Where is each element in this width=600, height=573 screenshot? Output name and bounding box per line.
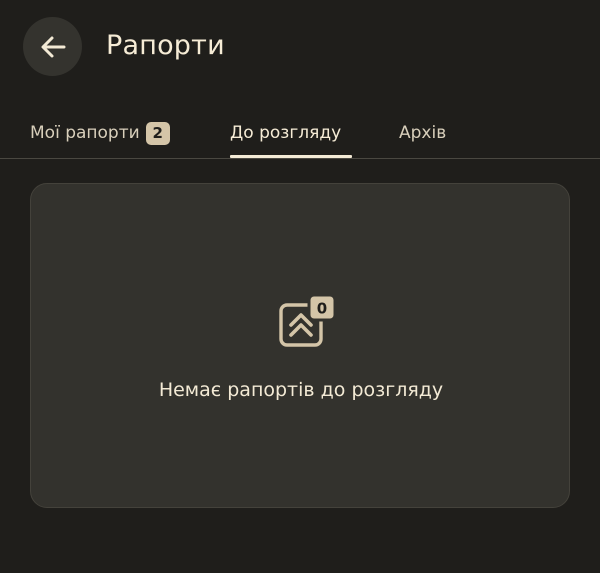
tab-label: Мої рапорти bbox=[30, 123, 140, 143]
tabs-divider bbox=[0, 158, 600, 159]
tab-for-review[interactable]: До розгляду bbox=[230, 108, 341, 158]
tab-label: Архів bbox=[399, 123, 447, 143]
count-badge: 2 bbox=[145, 121, 170, 145]
rank-chevrons-icon: 0 bbox=[279, 293, 337, 347]
back-button[interactable] bbox=[23, 17, 82, 76]
icon-badge-count: 0 bbox=[317, 300, 327, 318]
tab-bar: Мої рапорти 2 До розгляду Архів bbox=[0, 108, 600, 160]
tab-archive[interactable]: Архів bbox=[399, 108, 446, 158]
reports-screen: Рапорти Мої рапорти 2 До розгляду Архів … bbox=[0, 0, 600, 573]
empty-state-message: Немає рапортів до розгляду bbox=[158, 379, 444, 401]
tab-my-reports[interactable]: Мої рапорти 2 bbox=[30, 108, 170, 158]
page-title: Рапорти bbox=[106, 30, 225, 61]
arrow-left-icon bbox=[41, 36, 65, 57]
empty-state-card: 0 Немає рапортів до розгляду bbox=[30, 183, 570, 508]
tab-label: До розгляду bbox=[230, 123, 342, 143]
